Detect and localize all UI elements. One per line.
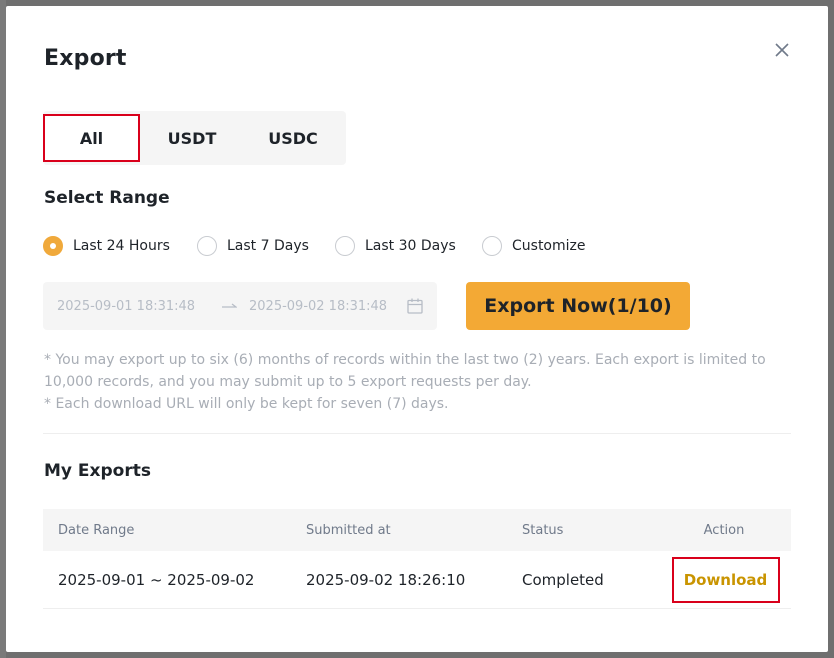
export-now-button[interactable]: Export Now(1/10) xyxy=(466,282,690,330)
radio-label: Last 30 Days xyxy=(365,238,456,254)
radio-icon xyxy=(482,236,502,256)
export-notes: * You may export up to six (6) months of… xyxy=(44,349,784,415)
divider xyxy=(43,433,791,434)
radio-last-24-hours[interactable]: Last 24 Hours xyxy=(43,236,197,256)
download-link[interactable]: Download xyxy=(671,556,780,603)
note-url-expiry: * Each download URL will only be kept fo… xyxy=(44,396,449,412)
date-range-picker[interactable]: 2025-09-01 18:31:48 2025-09-02 18:31:48 xyxy=(43,282,437,330)
asset-tabs: All USDT USDC xyxy=(43,111,346,165)
range-radio-group: Last 24 Hours Last 7 Days Last 30 Days C… xyxy=(43,236,586,256)
radio-label: Customize xyxy=(512,238,586,254)
end-date-field[interactable]: 2025-09-02 18:31:48 xyxy=(249,299,387,314)
radio-icon xyxy=(197,236,217,256)
column-header-date-range: Date Range xyxy=(58,522,135,538)
tab-usdc[interactable]: USDC xyxy=(244,114,342,162)
note-limits: * You may export up to six (6) months of… xyxy=(44,352,766,390)
my-exports-title: My Exports xyxy=(44,461,151,481)
cell-action: Download xyxy=(657,556,791,603)
table-header: Date Range Submitted at Status Action xyxy=(43,509,791,551)
radio-icon xyxy=(335,236,355,256)
radio-checked-icon xyxy=(43,236,63,256)
column-header-action: Action xyxy=(703,522,745,538)
calendar-icon[interactable] xyxy=(406,297,424,319)
select-range-title: Select Range xyxy=(44,188,170,208)
start-date-field[interactable]: 2025-09-01 18:31:48 xyxy=(57,299,195,314)
radio-label: Last 7 Days xyxy=(227,238,309,254)
tab-all[interactable]: All xyxy=(43,114,140,162)
cell-date-range: 2025-09-01 ~ 2025-09-02 xyxy=(58,570,255,589)
radio-last-7-days[interactable]: Last 7 Days xyxy=(197,236,335,256)
column-header-submitted-at: Submitted at xyxy=(306,522,391,538)
radio-label: Last 24 Hours xyxy=(73,238,170,254)
radio-customize[interactable]: Customize xyxy=(482,236,586,256)
cell-status: Completed xyxy=(522,570,604,589)
export-modal: Export All USDT USDC Select Range Last 2… xyxy=(6,6,828,652)
modal-title: Export xyxy=(44,46,127,71)
table-row: 2025-09-01 ~ 2025-09-02 2025-09-02 18:26… xyxy=(43,551,791,609)
column-header-status: Status xyxy=(522,522,564,538)
cell-submitted-at: 2025-09-02 18:26:10 xyxy=(306,570,466,589)
close-icon[interactable] xyxy=(772,40,792,60)
radio-last-30-days[interactable]: Last 30 Days xyxy=(335,236,482,256)
exports-table: Date Range Submitted at Status Action 20… xyxy=(43,509,791,609)
tab-usdt[interactable]: USDT xyxy=(140,114,244,162)
arrow-right-icon xyxy=(221,297,238,317)
